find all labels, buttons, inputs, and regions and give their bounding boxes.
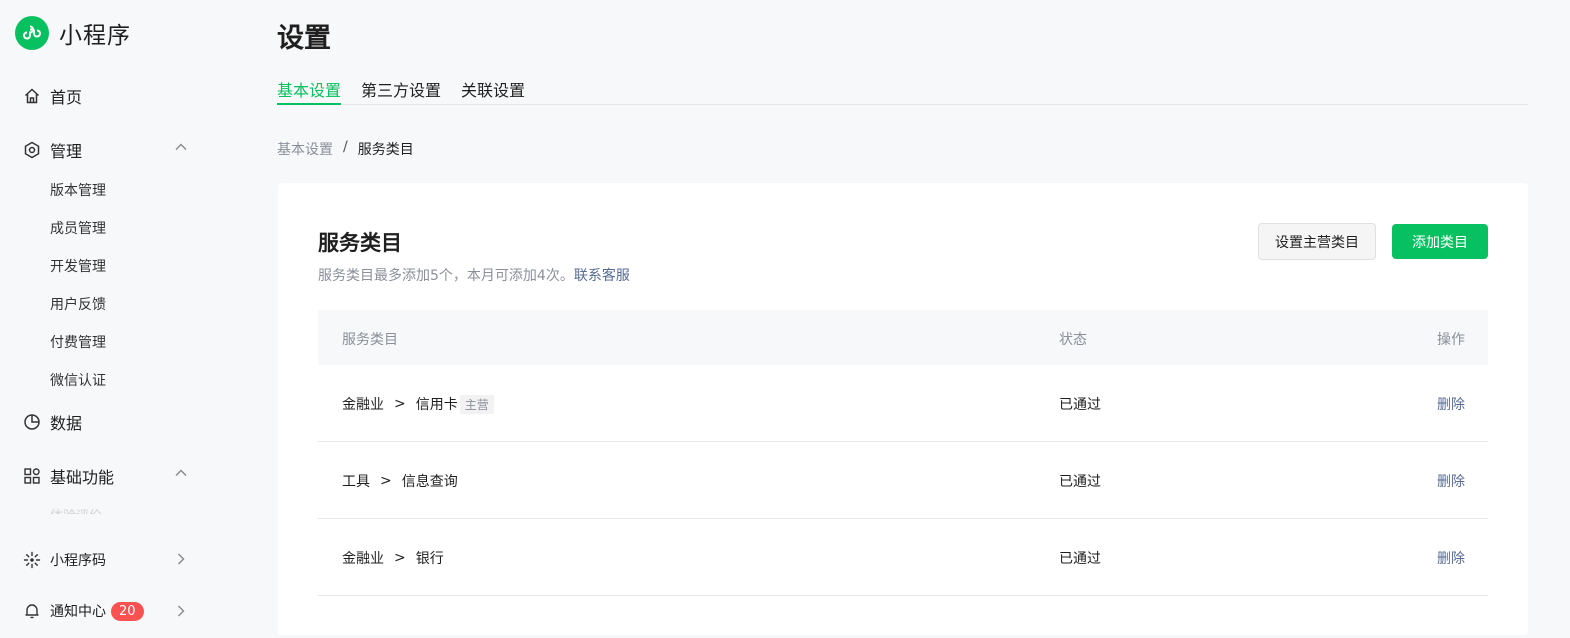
sidebar-item-data[interactable]: 数据 bbox=[22, 410, 82, 434]
qrcode-sparkle-icon bbox=[22, 550, 42, 570]
delete-link[interactable]: 删除 bbox=[1437, 394, 1465, 414]
table-row: 金融业 > 银行 已通过 删除 bbox=[318, 519, 1488, 596]
sidebar-item-home[interactable]: 首页 bbox=[22, 84, 82, 108]
chevron-up-icon[interactable] bbox=[172, 464, 190, 482]
pie-chart-icon bbox=[22, 412, 42, 432]
delete-link[interactable]: 删除 bbox=[1437, 471, 1465, 491]
category-level2: 信息查询 bbox=[401, 474, 458, 490]
column-header-status: 状态 bbox=[1059, 332, 1087, 348]
add-category-button[interactable]: 添加类目 bbox=[1392, 224, 1488, 259]
table-row: 工具 > 信息查询 已通过 删除 bbox=[318, 442, 1488, 519]
column-header-category: 服务类目 bbox=[342, 332, 398, 348]
category-level1: 金融业 bbox=[342, 551, 384, 567]
settings-tabs: 基本设置 第三方设置 关联设置 bbox=[277, 77, 1528, 105]
tab-linked-settings[interactable]: 关联设置 bbox=[461, 77, 525, 105]
sidebar-item-label: 首页 bbox=[50, 88, 83, 107]
category-level1: 工具 bbox=[342, 474, 370, 490]
sidebar-item-notify[interactable]: 通知中心 20 bbox=[22, 601, 144, 621]
card-description: 服务类目最多添加5个，本月可添加4次。联系客服 bbox=[318, 265, 630, 285]
sidebar-subitem-members[interactable]: 成员管理 bbox=[50, 218, 106, 238]
sidebar-item-label: 小程序码 bbox=[50, 553, 106, 569]
breadcrumb-current: 服务类目 bbox=[357, 142, 414, 158]
set-main-category-button[interactable]: 设置主营类目 bbox=[1258, 223, 1376, 260]
category-path: 工具 > 信息查询 bbox=[342, 471, 458, 491]
app-logo[interactable]: 小程序 bbox=[15, 16, 131, 50]
tab-basic-settings[interactable]: 基本设置 bbox=[277, 77, 342, 105]
chevron-up-icon[interactable] bbox=[172, 138, 190, 156]
category-level2: 银行 bbox=[415, 551, 444, 567]
card-description-text: 服务类目最多添加5个，本月可添加4次。 bbox=[318, 268, 574, 284]
chevron-right-icon[interactable] bbox=[172, 602, 190, 620]
delete-link[interactable]: 删除 bbox=[1437, 548, 1465, 568]
miniprogram-logo-icon bbox=[15, 16, 49, 50]
category-separator: > bbox=[380, 473, 392, 489]
sidebar-item-label: 数据 bbox=[50, 414, 83, 433]
status-text: 已通过 bbox=[1059, 474, 1101, 490]
card-title: 服务类目 bbox=[318, 231, 402, 255]
contact-support-link[interactable]: 联系客服 bbox=[574, 268, 630, 284]
chevron-right-icon[interactable] bbox=[172, 550, 190, 568]
bell-icon bbox=[22, 601, 42, 621]
sidebar-subitem-partial: 体验评价 bbox=[50, 505, 102, 514]
sidebar-item-label: 基础功能 bbox=[50, 468, 115, 487]
hexagon-settings-icon bbox=[22, 140, 42, 160]
sidebar-subitem-version[interactable]: 版本管理 bbox=[50, 180, 106, 200]
sidebar-item-manage[interactable]: 管理 bbox=[22, 138, 82, 162]
home-icon bbox=[22, 86, 42, 106]
category-separator: > bbox=[394, 396, 406, 412]
grid-icon bbox=[22, 466, 42, 486]
category-level1: 金融业 bbox=[342, 397, 384, 413]
table-row: 金融业 > 信用卡 主营 已通过 删除 bbox=[318, 365, 1488, 442]
category-level2: 信用卡 bbox=[415, 397, 458, 413]
category-path: 金融业 > 银行 bbox=[342, 548, 444, 568]
sidebar-item-label: 管理 bbox=[50, 142, 83, 161]
tab-third-party-settings[interactable]: 第三方设置 bbox=[361, 77, 441, 105]
breadcrumb-separator: / bbox=[343, 139, 348, 155]
sidebar-item-label: 通知中心 bbox=[50, 604, 106, 620]
category-path: 金融业 > 信用卡 主营 bbox=[342, 394, 494, 414]
column-header-action: 操作 bbox=[1437, 332, 1465, 348]
status-text: 已通过 bbox=[1059, 551, 1101, 567]
breadcrumb: 基本设置 / 服务类目 bbox=[277, 139, 414, 159]
sidebar: 小程序 首页 管理 版本管理 成员管理 开发管理 用户反馈 付费管理 微信认证 … bbox=[0, 0, 240, 638]
notification-count-badge: 20 bbox=[111, 601, 144, 621]
service-category-card: 服务类目 服务类目最多添加5个，本月可添加4次。联系客服 设置主营类目 添加类目… bbox=[278, 183, 1528, 635]
page-title: 设置 bbox=[277, 23, 331, 54]
category-separator: > bbox=[394, 550, 406, 566]
table-header: 服务类目 状态 操作 bbox=[318, 310, 1488, 365]
app-name: 小程序 bbox=[59, 23, 131, 49]
sidebar-subitem-feedback[interactable]: 用户反馈 bbox=[50, 294, 106, 314]
breadcrumb-parent-link[interactable]: 基本设置 bbox=[277, 139, 333, 159]
sidebar-subitem-verify[interactable]: 微信认证 bbox=[50, 370, 106, 390]
main-category-tag: 主营 bbox=[459, 394, 494, 414]
status-text: 已通过 bbox=[1059, 397, 1101, 413]
sidebar-item-basic[interactable]: 基础功能 bbox=[22, 464, 114, 488]
sidebar-subitem-dev[interactable]: 开发管理 bbox=[50, 256, 106, 276]
sidebar-item-qrcode[interactable]: 小程序码 bbox=[22, 550, 106, 570]
sidebar-subitem-payment[interactable]: 付费管理 bbox=[50, 332, 106, 352]
